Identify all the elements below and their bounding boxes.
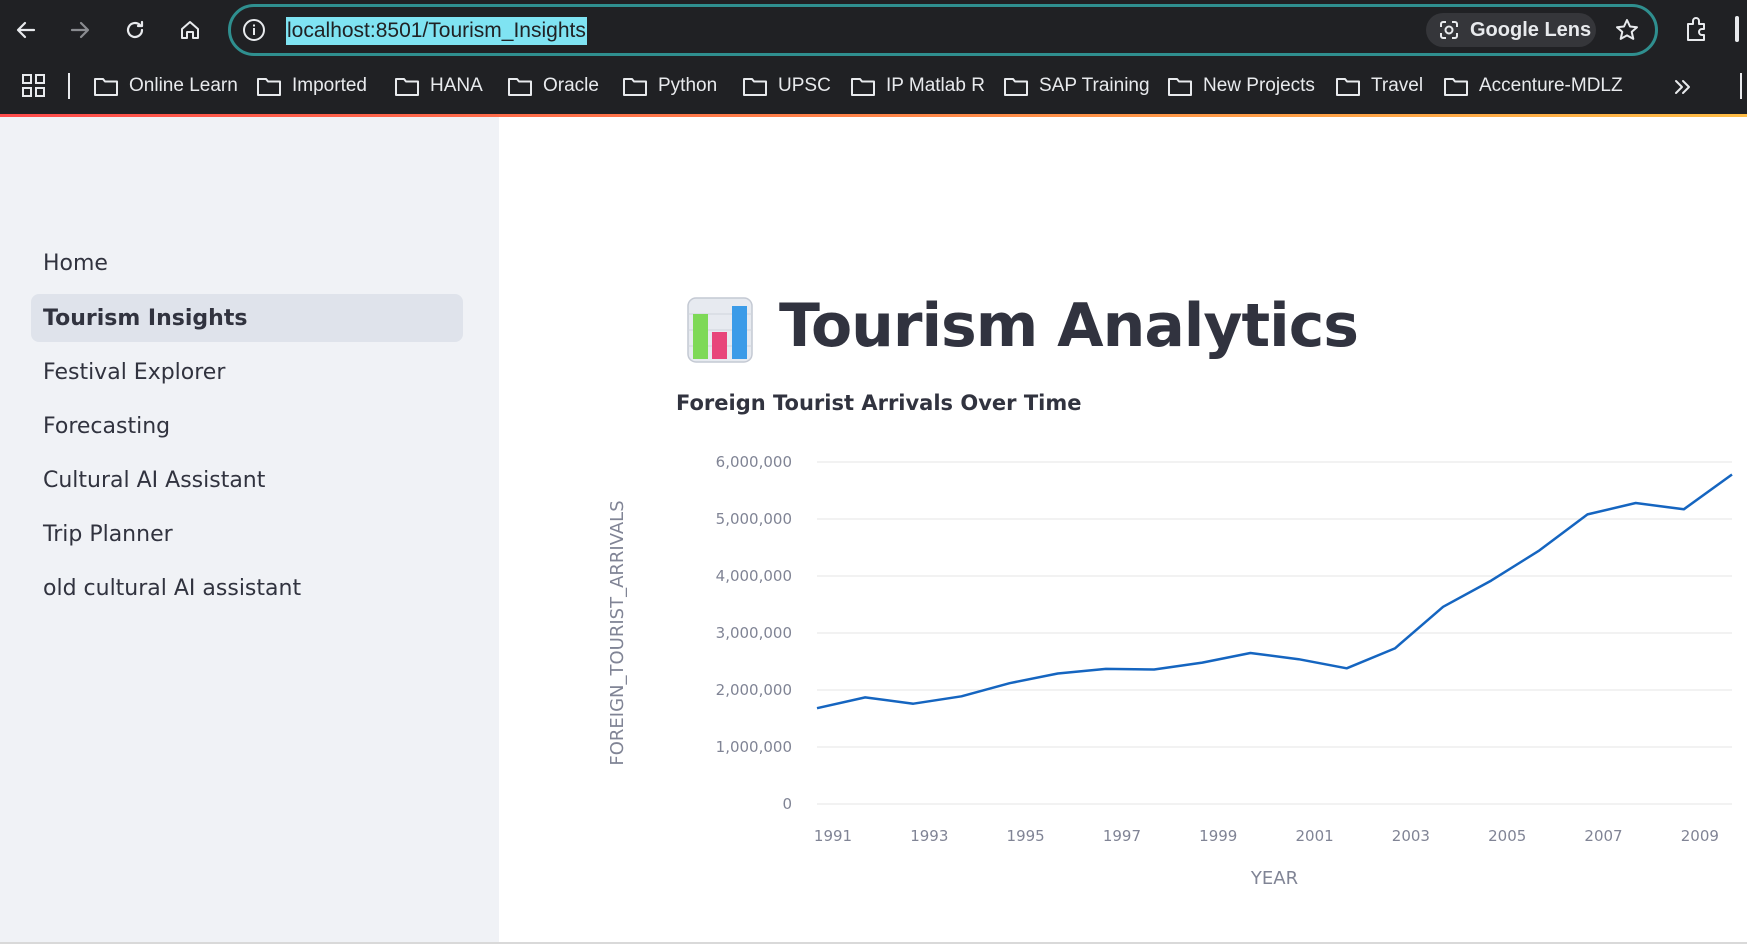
y-tick-label: 3,000,000	[716, 624, 792, 642]
sidebar-item-home[interactable]: Home	[31, 239, 463, 287]
arrow-left-icon	[16, 21, 36, 39]
y-tick-label: 1,000,000	[716, 738, 792, 756]
x-tick-label: 2003	[1392, 827, 1430, 845]
sidebar-item-old-cultural-ai-assistant[interactable]: old cultural AI assistant	[31, 564, 463, 612]
bookmark-folder[interactable]: Imported	[257, 70, 367, 102]
x-tick-label: 1999	[1199, 827, 1237, 845]
bookmark-label: New Projects	[1203, 75, 1315, 96]
folder-icon	[1168, 78, 1192, 96]
folder-icon	[1004, 78, 1028, 96]
bookmark-star-icon[interactable]	[1614, 17, 1640, 43]
browser-menu-divider	[1735, 16, 1739, 42]
folder-icon	[395, 78, 419, 96]
sidebar: Home Tourism Insights Festival Explorer …	[0, 117, 499, 944]
bookmark-label: UPSC	[778, 75, 831, 96]
arrow-right-icon	[70, 21, 90, 39]
url-text[interactable]: localhost:8501/Tourism_Insights	[286, 17, 587, 45]
reload-button[interactable]	[117, 12, 153, 48]
bookmark-label: Oracle	[543, 75, 599, 96]
folder-icon	[508, 78, 532, 96]
google-lens-button[interactable]: Google Lens	[1426, 13, 1596, 47]
bookmark-folder[interactable]: Oracle	[508, 70, 599, 102]
sidebar-item-tourism-insights[interactable]: Tourism Insights	[31, 294, 463, 342]
x-tick-label: 2005	[1488, 827, 1526, 845]
sidebar-item-cultural-ai-assistant[interactable]: Cultural AI Assistant	[31, 456, 463, 504]
x-axis-ticks: 1991 1993 1995 1997 1999 2001 2003 2005 2007 2009	[814, 827, 1719, 845]
bookmark-folder[interactable]: Travel	[1336, 70, 1423, 102]
bookmarks-separator	[68, 73, 70, 99]
sidebar-item-forecasting[interactable]: Forecasting	[31, 402, 463, 450]
x-tick-label: 2009	[1681, 827, 1719, 845]
bookmark-folder[interactable]: UPSC	[743, 70, 831, 102]
home-button[interactable]	[172, 12, 208, 48]
bookmark-folder[interactable]: New Projects	[1168, 70, 1315, 102]
bookmark-folder[interactable]: Online Learn	[94, 70, 238, 102]
folder-icon	[94, 78, 118, 96]
y-tick-label: 4,000,000	[716, 567, 792, 585]
bookmark-folder[interactable]: SAP Training	[1004, 70, 1150, 102]
address-bar[interactable]: localhost:8501/Tourism_Insights Google L…	[228, 4, 1658, 56]
folder-icon	[743, 78, 767, 96]
browser-chrome: localhost:8501/Tourism_Insights Google L…	[0, 0, 1747, 117]
y-tick-label: 6,000,000	[716, 453, 792, 471]
folder-icon	[257, 78, 281, 96]
forward-button[interactable]	[62, 12, 98, 48]
folder-icon	[1336, 78, 1360, 96]
y-tick-label: 2,000,000	[716, 681, 792, 699]
bookmark-label: Python	[658, 75, 718, 96]
bookmarks-bar: Online Learn Imported HANA Oracle Python…	[0, 64, 1747, 108]
y-tick-label: 0	[782, 795, 792, 813]
y-tick-label: 5,000,000	[716, 510, 792, 528]
bookmark-folder[interactable]: HANA	[395, 70, 483, 102]
back-button[interactable]	[8, 12, 44, 48]
folder-icon	[1444, 78, 1468, 96]
y-axis-ticks: 0 1,000,000 2,000,000 3,000,000 4,000,000 5,0…	[716, 453, 792, 813]
apps-grid-icon[interactable]	[22, 74, 46, 98]
x-tick-label: 2001	[1295, 827, 1333, 845]
x-tick-label: 1997	[1103, 827, 1141, 845]
x-tick-label: 1993	[910, 827, 948, 845]
bookmark-label: Accenture-MDLZ	[1479, 75, 1623, 96]
main-content: Tourism Analytics Foreign Tourist Arriva…	[499, 117, 1747, 944]
site-info-icon[interactable]	[241, 17, 267, 43]
bookmark-folder[interactable]: Accenture-MDLZ	[1444, 70, 1623, 102]
bookmark-label: SAP Training	[1039, 75, 1150, 96]
bookmark-label: IP Matlab R	[886, 75, 985, 96]
x-tick-label: 1991	[814, 827, 852, 845]
extensions-icon[interactable]	[1682, 15, 1712, 45]
google-lens-label: Google Lens	[1470, 19, 1592, 41]
folder-icon	[851, 78, 875, 96]
bookmark-label: HANA	[430, 75, 483, 96]
x-tick-label: 1995	[1007, 827, 1045, 845]
more-bookmarks-chevron-icon[interactable]	[1672, 76, 1694, 98]
bookmark-folder[interactable]: Python	[623, 70, 717, 102]
bookmark-folder[interactable]: IP Matlab R	[851, 70, 985, 102]
google-lens-icon	[1440, 21, 1458, 39]
bookmark-label: Travel	[1371, 75, 1424, 96]
y-axis-label: FOREIGN_TOURIST_ARRIVALS	[607, 500, 628, 765]
x-tick-label: 2007	[1584, 827, 1622, 845]
navigation-bar: localhost:8501/Tourism_Insights Google L…	[0, 0, 1747, 60]
reload-icon	[126, 20, 144, 39]
bookmarks-separator	[1740, 73, 1742, 99]
sidebar-item-festival-explorer[interactable]: Festival Explorer	[31, 348, 463, 396]
folder-icon	[623, 78, 647, 96]
x-axis-label: YEAR	[1250, 868, 1298, 889]
bookmark-label: Online Learn	[129, 75, 238, 96]
home-icon	[181, 21, 199, 39]
sidebar-item-trip-planner[interactable]: Trip Planner	[31, 510, 463, 558]
line-chart: 0 1,000,000 2,000,000 3,000,000 4,000,000 5,0…	[607, 453, 1733, 889]
bookmark-label: Imported	[292, 75, 367, 96]
series-line-foreign-tourist-arrivals	[816, 473, 1733, 710]
